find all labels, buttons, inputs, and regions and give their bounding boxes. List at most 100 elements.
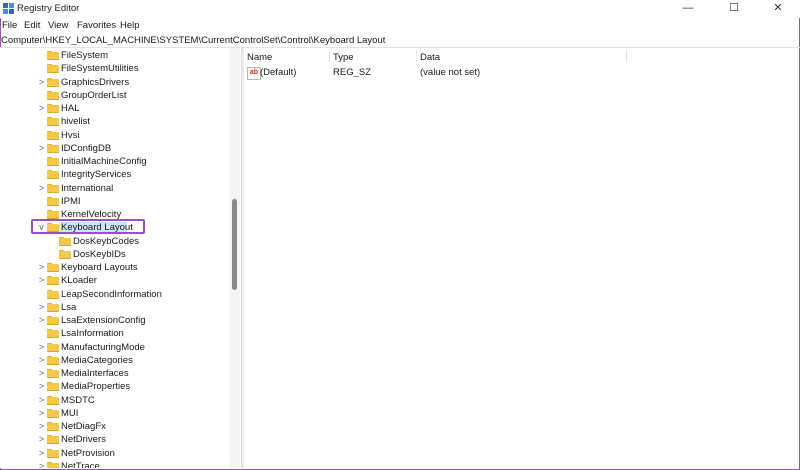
tree-item[interactable]: > NetDiagFx [0,420,228,433]
folder-icon [47,316,59,325]
tree-item[interactable]: LsaInformation [0,327,228,340]
tree-item-label: KLoader [61,275,97,287]
tree-item[interactable]: > NetTrace [0,460,228,468]
chevron-right-icon[interactable]: > [37,275,46,286]
tree-item[interactable]: IPMI [0,195,228,208]
chevron-right-icon[interactable]: > [37,302,46,313]
tree-item[interactable]: > IDConfigDB [0,142,228,155]
chevron-right-icon[interactable]: > [37,395,46,406]
column-divider[interactable] [416,50,417,62]
folder-icon [47,51,59,60]
tree-item[interactable]: > Lsa [0,301,228,314]
minimize-button[interactable]: — [665,0,711,18]
tree-item[interactable]: > MediaInterfaces [0,367,228,380]
value-name[interactable]: (Default) [260,67,296,78]
title-bar: Registry Editor — ☐ ✕ [0,0,800,18]
tree-item[interactable]: FileSystemUtilities [0,62,228,75]
column-divider[interactable] [329,50,330,62]
window-title: Registry Editor [17,3,80,14]
chevron-right-icon[interactable]: > [37,143,46,154]
tree-item-label: LsaExtensionConfig [61,315,146,326]
folder-icon [47,210,59,219]
column-header-data[interactable]: Data [420,52,440,63]
tree-item-label: hivelist [61,116,91,128]
value-type: REG_SZ [333,67,372,78]
tree-item[interactable]: FileSystem [0,49,228,62]
column-header-type[interactable]: Type [333,52,354,63]
tree-item[interactable]: DosKeybIDs [0,248,228,261]
tree-item-label: Keyboard Layouts [61,262,138,273]
chevron-right-icon[interactable]: > [37,342,46,353]
chevron-right-icon[interactable]: > [37,461,46,468]
chevron-right-icon[interactable]: > [37,421,46,432]
tree-item[interactable]: IntegrityServices [0,168,228,181]
tree-item[interactable]: > MediaCategories [0,354,228,367]
tree-item[interactable]: > ManufacturingMode [0,341,228,354]
chevron-right-icon[interactable]: > [37,103,46,114]
chevron-right-icon[interactable]: > [37,183,46,194]
menu-edit[interactable]: Edit [24,20,40,31]
tree-item[interactable]: > MediaProperties [0,380,228,393]
chevron-right-icon[interactable]: > [37,448,46,459]
tree-item-label: HAL [61,103,80,114]
tree-item[interactable]: hivelist [0,115,228,128]
tree-item-label: Lsa [61,301,77,313]
folder-icon [47,90,59,100]
tree-item[interactable]: > MUI [0,407,228,420]
tree-item[interactable]: > LsaExtensionConfig [0,314,228,327]
chevron-right-icon[interactable]: > [37,408,46,419]
folder-icon [47,157,59,166]
folder-icon [47,342,59,352]
tree-item[interactable]: > NetProvision [0,447,228,460]
maximize-button[interactable]: ☐ [711,0,757,18]
tree-item[interactable]: > KLoader [0,274,228,287]
chevron-right-icon[interactable]: > [37,315,46,326]
tree-item-label: NetTrace [61,460,100,468]
address-bar[interactable]: Computer\HKEY_LOCAL_MACHINE\SYSTEM\Curre… [0,34,800,48]
column-divider[interactable] [626,50,627,62]
menu-bar: File Edit View Favorites Help [0,19,800,33]
folder-icon [47,369,59,378]
tree-item-label: NetDiagFx [61,421,106,432]
tree-item[interactable]: > HAL [0,102,228,115]
chevron-right-icon[interactable]: > [37,381,46,392]
tree-item[interactable]: > International [0,182,228,195]
tree-scrollbar-thumb[interactable] [232,199,237,290]
menu-help[interactable]: Help [120,20,140,31]
tree-item[interactable]: LeapSecondInformation [0,288,228,301]
folder-icon [47,117,59,127]
tree-item-label: MSDTC [61,394,95,406]
tree-item[interactable]: DosKeybCodes [0,235,228,248]
chevron-right-icon[interactable]: > [37,434,46,445]
address-path[interactable]: Computer\HKEY_LOCAL_MACHINE\SYSTEM\Curre… [1,35,385,46]
tree-scrollbar[interactable] [229,48,240,468]
tree-item-label: GraphicsDrivers [61,76,130,88]
tree-item-label: InitialMachineConfig [61,156,147,167]
folder-icon [47,77,59,87]
chevron-right-icon[interactable]: > [37,355,46,366]
tree-item[interactable]: GroupOrderList [0,89,228,102]
tree-item[interactable]: > MSDTC [0,394,228,407]
tree-item[interactable]: > GraphicsDrivers [0,76,228,89]
chevron-right-icon[interactable]: > [37,77,46,88]
tree-item-label: LeapSecondInformation [61,288,162,300]
tree-item[interactable]: > NetDrivers [0,433,228,446]
tree-item[interactable]: Hvsi [0,129,228,142]
tree-item-label: IPMI [61,195,81,207]
tree-item-label: MediaProperties [61,381,131,393]
tree-item-label: IDConfigDB [61,142,112,154]
close-button[interactable]: ✕ [755,0,800,18]
chevron-right-icon[interactable]: > [37,262,46,273]
folder-icon [47,196,59,206]
menu-favorites[interactable]: Favorites [77,20,116,31]
menu-file[interactable]: File [2,20,17,31]
chevron-right-icon[interactable]: > [37,368,46,379]
column-header-name[interactable]: Name [247,52,272,63]
folder-icon [47,130,59,140]
tree-item-label: GroupOrderList [61,89,127,101]
tree-item[interactable]: > Keyboard Layouts [0,261,228,274]
tree-item[interactable]: InitialMachineConfig [0,155,228,168]
tree-item-label: Hvsi [61,129,80,141]
folder-icon [47,302,59,312]
menu-view[interactable]: View [48,20,68,31]
